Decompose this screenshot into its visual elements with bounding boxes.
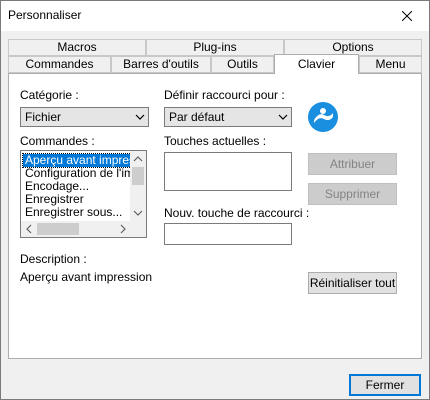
tab-macros[interactable]: Macros — [8, 39, 146, 56]
chevron-right-icon[interactable] — [118, 224, 128, 234]
assign-button[interactable]: Attribuer — [308, 153, 397, 175]
list-item[interactable]: Encodage... — [23, 180, 133, 193]
tab-label: Menu — [375, 57, 406, 71]
description-text: Aperçu avant impression — [20, 270, 153, 284]
scroll-thumb[interactable] — [37, 223, 79, 235]
new-shortcut-input[interactable] — [164, 223, 292, 245]
tab-label: Clavier — [297, 57, 336, 71]
tab-label: Options — [332, 40, 374, 54]
tab-toolbars[interactable]: Barres d'outils — [111, 56, 211, 73]
shortcut-for-label: Définir raccourci pour : — [164, 88, 285, 102]
description-label: Description : — [20, 252, 87, 266]
new-shortcut-label: Nouv. touche de raccourci : — [164, 206, 310, 220]
remove-button[interactable]: Supprimer — [308, 183, 397, 205]
tab-label: Outils — [227, 57, 258, 71]
title-bar: Personnaliser — [1, 1, 429, 31]
tab-commands[interactable]: Commandes — [8, 56, 111, 73]
scrollbar-corner — [130, 221, 146, 237]
chevron-up-icon[interactable] — [133, 154, 143, 164]
shortcut-for-value: Par défaut — [169, 110, 225, 124]
commands-list[interactable]: Aperçu avant impression Configuration de… — [20, 150, 147, 238]
tab-menu[interactable]: Menu — [359, 56, 422, 73]
chevron-down-icon — [278, 114, 288, 120]
window-title: Personnaliser — [8, 8, 82, 22]
scroll-thumb[interactable] — [132, 167, 144, 185]
close-icon — [402, 11, 412, 21]
tab-label: Commandes — [25, 57, 94, 71]
list-item[interactable]: Enregistrer sous... — [23, 206, 133, 219]
tab-label: Plug-ins — [193, 40, 237, 54]
list-item[interactable]: Aperçu avant impression — [22, 153, 134, 168]
close-window-button[interactable] — [385, 1, 429, 31]
vertical-scrollbar[interactable] — [130, 151, 146, 221]
horizontal-scrollbar[interactable] — [21, 221, 132, 237]
tab-plugins[interactable]: Plug-ins — [146, 39, 284, 56]
shortcut-for-select[interactable]: Par défaut — [164, 107, 292, 127]
chevron-left-icon[interactable] — [24, 224, 34, 234]
chevron-down-icon[interactable] — [133, 208, 143, 218]
customize-dialog: Personnaliser Macros Plug-ins Options Co… — [0, 0, 430, 400]
current-keys-label: Touches actuelles : — [164, 134, 267, 148]
keyboard-panel: Catégorie : Fichier Définir raccourci po… — [8, 73, 422, 359]
close-button[interactable]: Fermer — [349, 374, 421, 396]
tab-keyboard[interactable]: Clavier — [274, 54, 359, 74]
tab-tools[interactable]: Outils — [211, 56, 274, 73]
chevron-down-icon — [135, 114, 145, 120]
tab-label: Barres d'outils — [123, 57, 199, 71]
category-label: Catégorie : — [20, 88, 79, 102]
tab-label: Macros — [57, 40, 97, 54]
current-keys-list[interactable] — [164, 152, 292, 191]
reset-all-button[interactable]: Réinitialiser tout — [308, 272, 397, 294]
list-item[interactable]: Configuration de l'impression... — [23, 167, 133, 180]
list-item[interactable]: Enregistrer — [23, 193, 133, 206]
commands-label: Commandes : — [20, 134, 95, 148]
category-select[interactable]: Fichier — [20, 107, 149, 127]
category-value: Fichier — [25, 110, 62, 124]
app-logo-icon — [308, 102, 338, 132]
